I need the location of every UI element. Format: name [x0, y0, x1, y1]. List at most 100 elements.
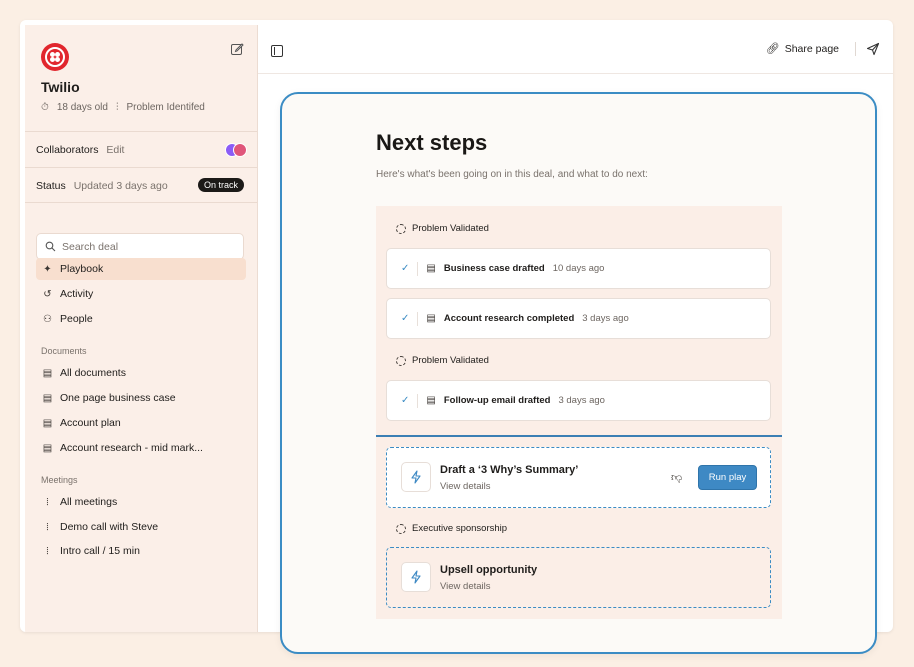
view-details-link[interactable]: View details	[440, 481, 491, 492]
view-details-link[interactable]: View details	[440, 581, 491, 592]
document-icon: ▤	[42, 392, 53, 404]
task-title: Follow-up email drafted	[443, 395, 551, 406]
check-icon: ✓	[401, 313, 410, 324]
group-label-text: Problem Validated	[412, 355, 489, 366]
lightning-icon	[401, 562, 431, 592]
send-icon[interactable]	[866, 42, 880, 56]
nav-item-label: Account research - mid mark...	[60, 442, 203, 454]
doc-item-account-plan[interactable]: ▤ Account plan	[36, 412, 246, 434]
deal-stage: Problem Identifed	[126, 102, 205, 113]
deal-age: 18 days old	[56, 102, 108, 113]
sparkle-icon: ✦	[43, 263, 52, 275]
timeline-panel: Problem Validated ✓ ▤ Business case draf…	[376, 206, 782, 619]
status-updated: Updated 3 days ago	[73, 180, 168, 192]
status-row: Status Updated 3 days ago	[36, 180, 168, 192]
run-play-button[interactable]: Run play	[698, 465, 757, 490]
task-title: Business case drafted	[443, 263, 545, 274]
collaborators-label: Collaborators	[36, 144, 99, 156]
divider	[417, 393, 419, 408]
nav-item-label: Activity	[60, 288, 94, 300]
nav-item-label: Demo call with Steve	[60, 521, 159, 533]
nav-item-label: Playbook	[60, 263, 104, 275]
task-item[interactable]: ✓ ▤ Account research completed 3 days ag…	[386, 298, 771, 339]
nav-item-label: Intro call / 15 min	[60, 545, 140, 557]
document-icon: ▤	[426, 395, 436, 406]
divider	[417, 311, 419, 326]
nav-item-label: All documents	[60, 367, 126, 379]
share-page-button[interactable]: 🔗︎ Share page	[765, 42, 839, 56]
page-title: Next steps	[376, 130, 488, 155]
share-page-label: Share page	[784, 42, 839, 55]
nav-item-playbook[interactable]: ✦ Playbook	[36, 258, 246, 280]
collapse-sidebar-icon[interactable]	[271, 45, 283, 57]
doc-item-account-research[interactable]: ▤ Account research - mid mark...	[36, 437, 246, 459]
search-icon	[45, 241, 56, 252]
meetings-heading: Meetings	[41, 475, 78, 485]
stopwatch-icon: ⏱	[41, 102, 49, 113]
document-icon: ▤	[426, 263, 436, 274]
dashed-circle-icon	[396, 355, 406, 366]
deal-meta: ⏱ 18 days old ⫶ Problem Identifed	[41, 102, 205, 113]
task-item[interactable]: ✓ ▤ Follow-up email drafted 3 days ago	[386, 380, 771, 421]
divider	[25, 202, 257, 203]
play-title: Upsell opportunity	[440, 564, 538, 576]
status-badge[interactable]: On track	[198, 178, 245, 192]
divider	[417, 261, 419, 276]
check-icon: ✓	[401, 263, 410, 274]
link-icon: 🔗︎	[765, 43, 780, 55]
check-icon: ✓	[401, 395, 410, 406]
doc-item-all-documents[interactable]: ▤ All documents	[36, 362, 246, 384]
meeting-item-all-meetings[interactable]: ⦙ All meetings	[36, 491, 246, 513]
group-label: Problem Validated	[396, 223, 489, 234]
document-icon: ▤	[426, 313, 436, 324]
document-icon: ▤	[42, 442, 53, 454]
next-steps-card: Next steps Here's what's been going on i…	[280, 92, 877, 654]
group-label: Problem Validated	[396, 355, 489, 366]
play-card[interactable]: Draft a ‘3 Why’s Summary’ View details 👎…	[386, 447, 771, 508]
page-subtitle: Here's what's been going on in this deal…	[376, 169, 648, 180]
top-bar: 🔗︎ Share page	[258, 25, 893, 74]
thumbs-down-icon[interactable]: 👎︎	[671, 471, 682, 484]
nav-item-activity[interactable]: ↺ Activity	[36, 283, 246, 305]
divider	[25, 167, 257, 168]
meeting-item-demo-call[interactable]: ⦙ Demo call with Steve	[36, 516, 246, 538]
collaborators-edit-link[interactable]: Edit	[106, 144, 124, 156]
doc-item-business-case[interactable]: ▤ One page business case	[36, 387, 246, 409]
status-label: Status	[36, 180, 66, 192]
twilio-logo	[41, 43, 69, 71]
stage-icon: ⫶	[115, 102, 119, 113]
waveform-icon: ⦙	[46, 545, 49, 557]
waveform-icon: ⦙	[46, 521, 49, 533]
divider	[855, 42, 856, 56]
nav-item-label: One page business case	[60, 392, 176, 404]
task-time: 3 days ago	[582, 313, 629, 324]
company-name: Twilio	[41, 79, 80, 95]
nav-item-label: All meetings	[60, 496, 118, 508]
play-title: Draft a ‘3 Why’s Summary’	[440, 464, 579, 476]
lightning-icon	[401, 462, 431, 492]
nav-item-label: Account plan	[60, 417, 121, 429]
task-time: 3 days ago	[558, 395, 605, 406]
progress-divider	[376, 435, 782, 437]
sidebar: Twilio ⏱ 18 days old ⫶ Problem Identifed…	[25, 25, 258, 632]
collaborator-avatars[interactable]	[225, 143, 247, 157]
nav-item-people[interactable]: ⚇ People	[36, 308, 246, 330]
group-label-text: Executive sponsorship	[412, 523, 508, 534]
history-icon: ↺	[43, 288, 52, 300]
search-input[interactable]: Search deal	[36, 233, 244, 260]
group-label-text: Problem Validated	[412, 223, 489, 234]
meeting-item-intro-call[interactable]: ⦙ Intro call / 15 min	[36, 540, 246, 562]
nav-item-label: People	[60, 313, 93, 325]
task-title: Account research completed	[443, 313, 575, 324]
task-time: 10 days ago	[552, 263, 605, 274]
avatar	[233, 143, 247, 157]
waveform-icon: ⦙	[46, 496, 49, 508]
edit-icon[interactable]	[230, 42, 244, 56]
divider	[25, 131, 257, 132]
group-label: Executive sponsorship	[396, 523, 507, 534]
document-icon: ▤	[42, 417, 53, 429]
play-card[interactable]: Upsell opportunity View details	[386, 547, 771, 608]
task-item[interactable]: ✓ ▤ Business case drafted 10 days ago	[386, 248, 771, 289]
dashed-circle-icon	[396, 223, 406, 234]
collaborators-row: Collaborators Edit	[36, 144, 124, 156]
